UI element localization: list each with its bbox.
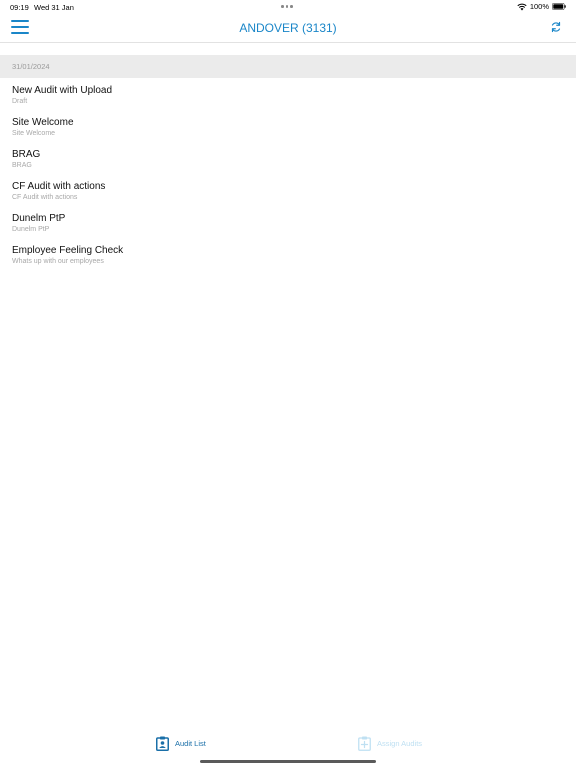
audit-subtitle: Whats up with our employees <box>12 258 104 265</box>
list-item[interactable]: CF Audit with actions CF Audit with acti… <box>0 180 576 212</box>
audit-title: BRAG <box>12 149 41 160</box>
clipboard-plus-icon <box>358 736 371 751</box>
audit-subtitle: Dunelm PtP <box>12 226 50 233</box>
list-item[interactable]: BRAG BRAG <box>0 148 576 180</box>
list-item[interactable]: Employee Feeling Check Whats up with our… <box>0 244 576 276</box>
home-indicator[interactable] <box>200 760 376 763</box>
audit-subtitle: CF Audit with actions <box>12 194 78 201</box>
list-item[interactable]: New Audit with Upload Draft <box>0 84 576 116</box>
audit-subtitle: Site Welcome <box>12 130 56 137</box>
tab-label: Audit List <box>175 739 206 748</box>
audit-subtitle: Draft <box>12 98 28 105</box>
clipboard-user-icon <box>156 736 169 751</box>
section-header-date: 31/01/2024 <box>0 55 576 78</box>
audit-subtitle: BRAG <box>12 162 32 169</box>
nav-bar: ANDOVER (3131) <box>0 14 576 43</box>
audit-list: New Audit with Upload Draft Site Welcome… <box>0 84 576 276</box>
tab-assign-audits[interactable]: Assign Audits <box>358 736 422 751</box>
tab-label: Assign Audits <box>377 739 423 748</box>
tab-audit-list[interactable]: Audit List <box>156 736 206 751</box>
list-item[interactable]: Site Welcome Site Welcome <box>0 116 576 148</box>
audit-title: Site Welcome <box>12 117 74 128</box>
audit-title: CF Audit with actions <box>12 181 106 192</box>
screen: 09:19 Wed 31 Jan 100% ANDOVER (3131) 31/… <box>0 0 576 768</box>
status-right: 100% <box>517 2 566 11</box>
page-title: ANDOVER (3131) <box>239 21 337 35</box>
audit-title: Employee Feeling Check <box>12 245 124 256</box>
tab-bar: Audit List Assign Audits <box>0 728 576 768</box>
status-time: 09:19 <box>10 3 29 12</box>
status-bar: 09:19 Wed 31 Jan 100% <box>0 0 576 14</box>
battery-percent: 100% <box>529 2 549 11</box>
battery-icon <box>552 3 566 10</box>
list-item[interactable]: Dunelm PtP Dunelm PtP <box>0 212 576 244</box>
audit-title: Dunelm PtP <box>12 213 66 224</box>
multitasking-dots-icon[interactable] <box>281 5 293 8</box>
audit-title: New Audit with Upload <box>12 85 113 96</box>
status-date: Wed 31 Jan <box>34 3 74 12</box>
refresh-icon[interactable] <box>550 21 562 33</box>
wifi-icon <box>517 3 527 10</box>
